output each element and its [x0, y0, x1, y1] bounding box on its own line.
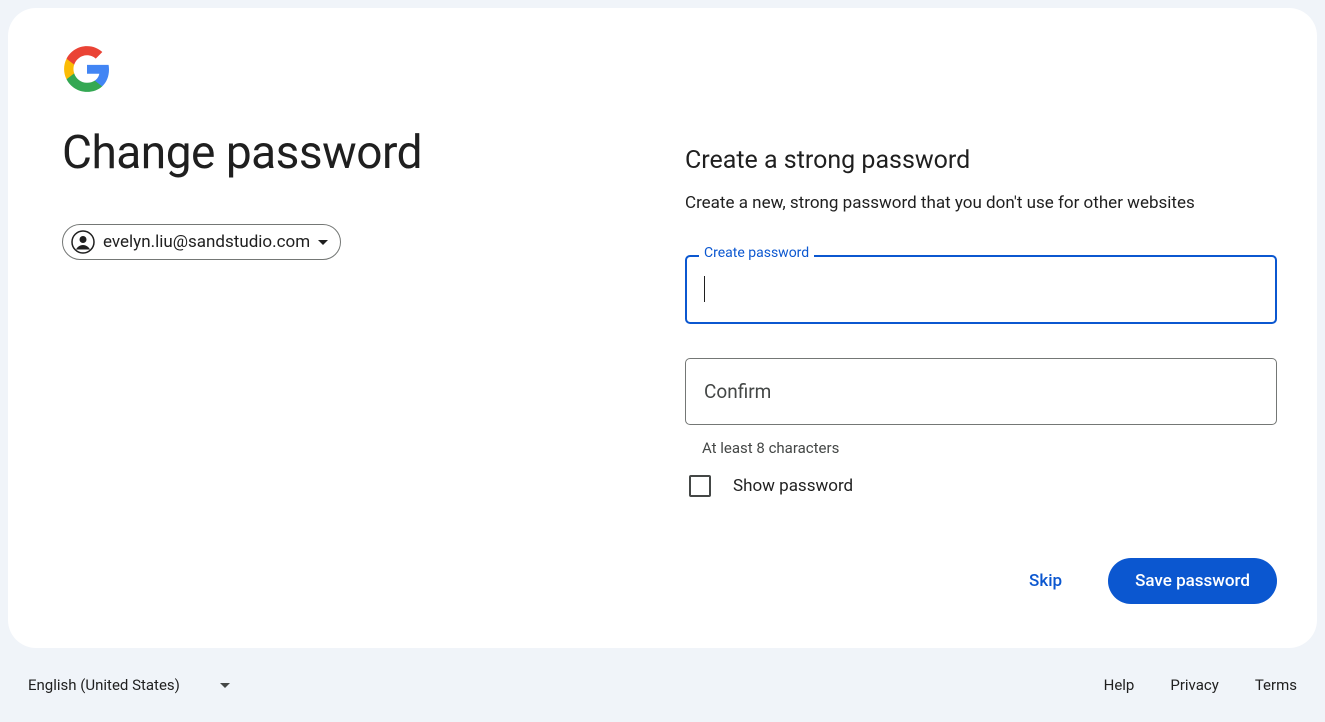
- confirm-password-input[interactable]: [685, 358, 1277, 425]
- avatar-icon: [71, 230, 95, 254]
- page-title: Change password: [62, 126, 643, 180]
- language-selector[interactable]: English (United States): [28, 676, 230, 694]
- caret-down-icon: [318, 240, 328, 245]
- create-password-field-wrap: Create password: [685, 255, 1277, 324]
- caret-down-icon: [220, 683, 230, 688]
- action-row: Skip Save password: [685, 558, 1277, 608]
- language-label: English (United States): [28, 676, 180, 694]
- show-password-label: Show password: [733, 476, 853, 496]
- account-switcher[interactable]: evelyn.liu@sandstudio.com: [62, 224, 341, 260]
- google-logo-icon: [62, 44, 643, 98]
- account-email: evelyn.liu@sandstudio.com: [103, 232, 310, 252]
- help-link[interactable]: Help: [1104, 676, 1135, 694]
- main-card: Change password evelyn.liu@sandstudio.co…: [8, 8, 1317, 648]
- right-column: Create a strong password Create a new, s…: [643, 44, 1277, 608]
- section-title: Create a strong password: [685, 146, 1277, 175]
- footer: English (United States) Help Privacy Ter…: [0, 656, 1325, 714]
- show-password-checkbox[interactable]: [689, 475, 711, 497]
- create-password-label: Create password: [699, 245, 814, 261]
- footer-links: Help Privacy Terms: [1104, 676, 1297, 694]
- left-column: Change password evelyn.liu@sandstudio.co…: [48, 44, 643, 608]
- section-description: Create a new, strong password that you d…: [685, 193, 1277, 213]
- confirm-password-field-wrap: [685, 358, 1277, 425]
- privacy-link[interactable]: Privacy: [1170, 676, 1218, 694]
- password-hint: At least 8 characters: [702, 439, 1277, 457]
- create-password-input[interactable]: [685, 255, 1277, 324]
- terms-link[interactable]: Terms: [1255, 676, 1297, 694]
- skip-button[interactable]: Skip: [1015, 561, 1076, 601]
- show-password-row: Show password: [689, 475, 1277, 497]
- text-caret-icon: [704, 276, 705, 302]
- save-password-button[interactable]: Save password: [1108, 558, 1277, 604]
